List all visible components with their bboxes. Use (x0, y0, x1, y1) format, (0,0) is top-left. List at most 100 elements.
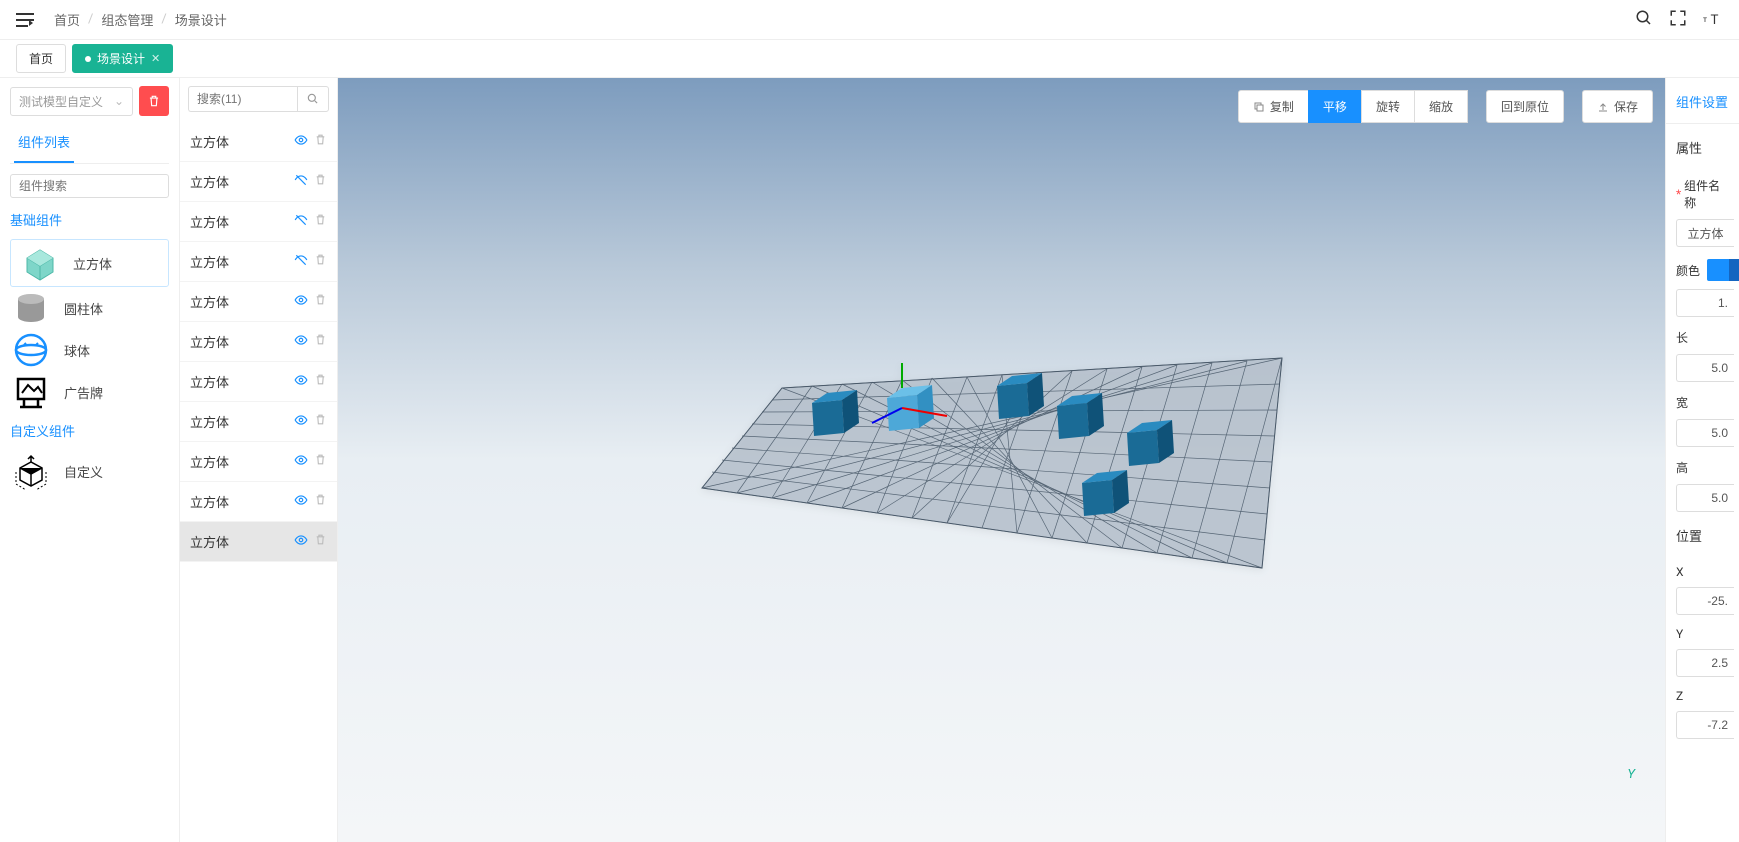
object-list: 立方体立方体立方体立方体立方体立方体立方体立方体立方体立方体立方体 (180, 122, 337, 562)
prop-width-input[interactable] (1676, 419, 1734, 447)
menu-toggle-icon[interactable] (16, 11, 34, 29)
fullscreen-icon[interactable] (1669, 9, 1687, 31)
object-search-input[interactable] (197, 92, 289, 106)
prop-name-input[interactable] (1676, 219, 1734, 247)
lib-item-sphere[interactable]: 球体 (10, 329, 169, 371)
eye-icon[interactable] (294, 373, 308, 391)
trash-icon[interactable] (314, 293, 327, 310)
search-icon[interactable] (1635, 9, 1653, 31)
list-item[interactable]: 立方体 (180, 362, 337, 402)
viewport-3d[interactable]: 复制 平移 旋转 缩放 回到原位 保存 (338, 78, 1665, 842)
scale-button[interactable]: 缩放 (1414, 90, 1468, 123)
prop-height-label: 高 (1666, 447, 1739, 480)
cube-icon (19, 246, 61, 280)
eye-icon[interactable] (294, 133, 308, 151)
list-item[interactable]: 立方体 (180, 442, 337, 482)
eye-slash-icon[interactable] (294, 173, 308, 191)
eye-icon[interactable] (294, 493, 308, 511)
trash-icon[interactable] (314, 413, 327, 430)
eye-icon[interactable] (294, 453, 308, 471)
trash-icon[interactable] (314, 133, 327, 150)
svg-text:т: т (1703, 15, 1707, 25)
lib-item-label: 自定义 (64, 462, 103, 481)
tabs-row: 首页 场景设计 ✕ (0, 40, 1739, 78)
copy-icon (1253, 101, 1265, 113)
prop-height-input[interactable] (1676, 484, 1734, 512)
object-search-button[interactable] (297, 86, 329, 112)
eye-icon[interactable] (294, 413, 308, 431)
panel-properties: 组件设置 属性 *组件名称 颜色 长 宽 高 位置 X Y Z (1665, 78, 1739, 842)
breadcrumb-sep: / (88, 12, 93, 27)
list-item-label: 立方体 (190, 172, 229, 191)
eye-icon[interactable] (294, 533, 308, 551)
tab-scene[interactable]: 场景设计 ✕ (72, 44, 173, 73)
breadcrumb-mid[interactable]: 组态管理 (101, 10, 153, 29)
tab-close-icon[interactable]: ✕ (151, 52, 160, 65)
viewport-toolbar: 复制 平移 旋转 缩放 回到原位 保存 (1238, 90, 1653, 123)
lib-search[interactable] (10, 174, 169, 198)
copy-button[interactable]: 复制 (1238, 90, 1309, 123)
prop-length-label: 长 (1666, 317, 1739, 350)
list-item-label: 立方体 (190, 412, 229, 431)
eye-icon[interactable] (294, 333, 308, 351)
reset-button[interactable]: 回到原位 (1486, 90, 1564, 123)
list-item-label: 立方体 (190, 292, 229, 311)
prop-x-input[interactable] (1676, 587, 1734, 615)
breadcrumb-home[interactable]: 首页 (54, 10, 80, 29)
prop-y-input[interactable] (1676, 649, 1734, 677)
list-item-label: 立方体 (190, 492, 229, 511)
lib-search-input[interactable] (19, 179, 174, 193)
breadcrumb: 首页 / 组态管理 / 场景设计 (54, 10, 227, 29)
list-item[interactable]: 立方体 (180, 482, 337, 522)
list-item[interactable]: 立方体 (180, 282, 337, 322)
tab-home[interactable]: 首页 (16, 44, 66, 73)
trash-icon[interactable] (314, 453, 327, 470)
list-item[interactable]: 立方体 (180, 202, 337, 242)
color-swatch[interactable] (1707, 259, 1729, 281)
cylinder-icon (10, 291, 52, 325)
lib-item-cube[interactable]: 立方体 (10, 239, 169, 287)
model-select[interactable]: 测试模型自定义 ⌄ (10, 87, 133, 116)
delete-button[interactable] (139, 86, 169, 116)
eye-icon[interactable] (294, 293, 308, 311)
list-item-label: 立方体 (190, 332, 229, 351)
font-size-icon[interactable]: тT (1703, 9, 1723, 31)
tab-home-label: 首页 (29, 50, 53, 67)
list-item[interactable]: 立方体 (180, 242, 337, 282)
lib-item-cylinder[interactable]: 圆柱体 (10, 287, 169, 329)
prop-color-label: 颜色 (1666, 247, 1739, 285)
upload-icon (1597, 101, 1609, 113)
trash-icon[interactable] (314, 173, 327, 190)
list-item[interactable]: 立方体 (180, 402, 337, 442)
trash-icon[interactable] (314, 213, 327, 230)
props-section-attr: 属性 (1666, 124, 1739, 165)
model-select-label: 测试模型自定义 (19, 93, 103, 110)
prop-z-label: Z (1666, 677, 1739, 707)
trash-icon[interactable] (314, 253, 327, 270)
trash-icon[interactable] (314, 493, 327, 510)
prop-z-input[interactable] (1676, 711, 1734, 739)
lib-section-basic: 基础组件 (10, 210, 169, 229)
list-item-label: 立方体 (190, 212, 229, 231)
lib-tab-components[interactable]: 组件列表 (14, 126, 74, 163)
move-button[interactable]: 平移 (1308, 90, 1362, 123)
list-item[interactable]: 立方体 (180, 322, 337, 362)
lib-item-custom[interactable]: 自定义 (10, 450, 169, 492)
lib-item-billboard[interactable]: 广告牌 (10, 371, 169, 413)
tab-scene-label: 场景设计 (97, 50, 145, 67)
list-item[interactable]: 立方体 (180, 122, 337, 162)
eye-slash-icon[interactable] (294, 213, 308, 231)
eye-slash-icon[interactable] (294, 253, 308, 271)
lib-item-label: 圆柱体 (64, 299, 103, 318)
list-item[interactable]: 立方体 (180, 522, 337, 562)
prop-opacity-input[interactable] (1676, 289, 1734, 317)
rotate-button[interactable]: 旋转 (1361, 90, 1415, 123)
trash-icon[interactable] (314, 373, 327, 390)
prop-length-input[interactable] (1676, 354, 1734, 382)
svg-text:T: T (1711, 12, 1719, 26)
save-button[interactable]: 保存 (1582, 90, 1653, 123)
list-item[interactable]: 立方体 (180, 162, 337, 202)
trash-icon[interactable] (314, 533, 327, 550)
trash-icon[interactable] (314, 333, 327, 350)
props-tab[interactable]: 组件设置 (1666, 88, 1739, 124)
